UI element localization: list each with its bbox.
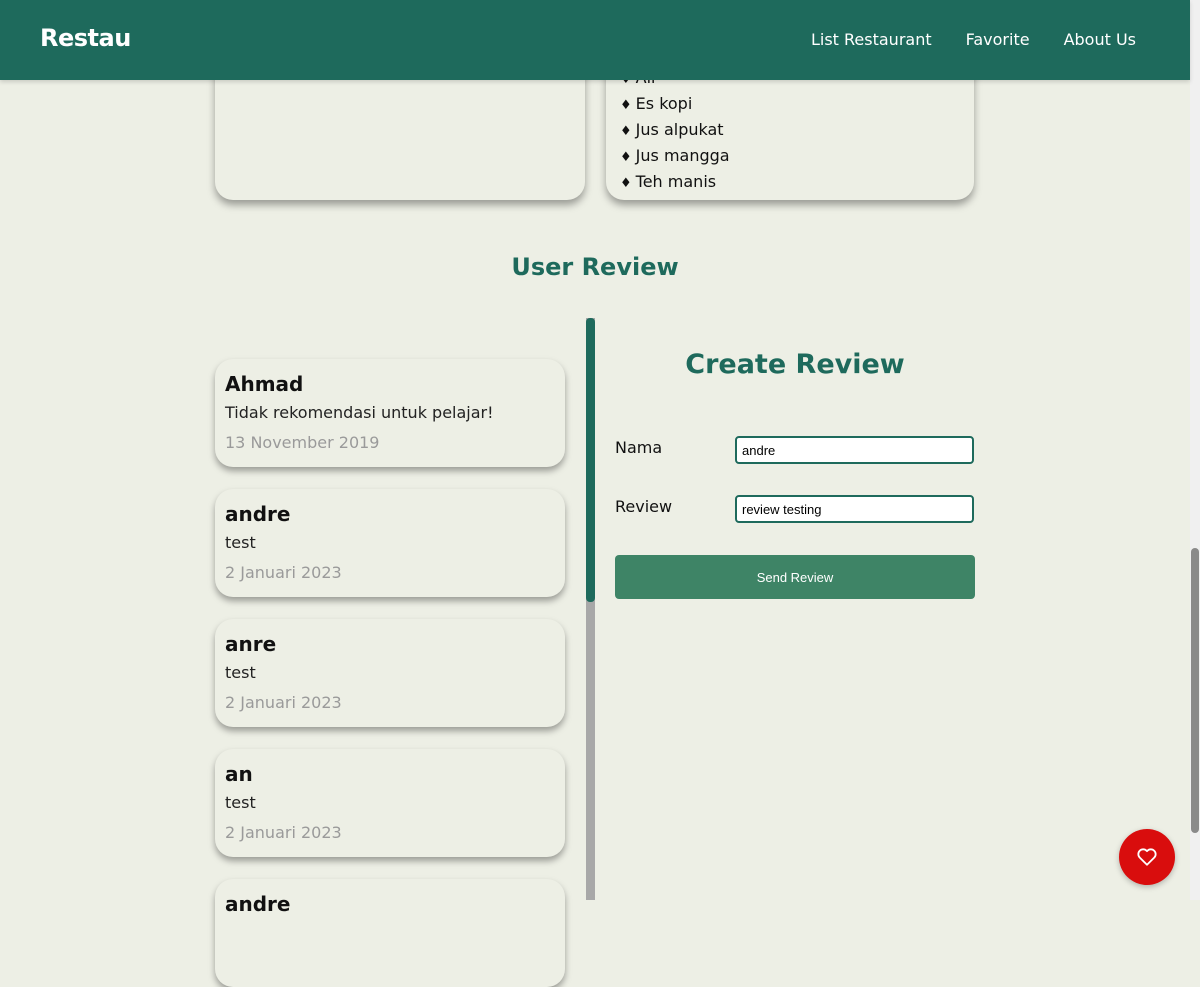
review-author: andre (225, 502, 291, 526)
review-text: test (225, 533, 256, 552)
review-input[interactable] (735, 495, 974, 523)
review-author: andre (225, 892, 291, 916)
page-scroll-thumb[interactable] (1191, 548, 1199, 833)
review-text: test (225, 793, 256, 812)
name-input[interactable] (735, 436, 974, 464)
create-review-title: Create Review (685, 349, 905, 380)
drink-item: ♦ Es kopi (620, 92, 730, 118)
review-card: andre (215, 879, 565, 987)
send-review-button[interactable]: Send Review (615, 555, 975, 599)
nav-links: List Restaurant Favorite About Us (811, 30, 1136, 49)
review-list-scroll-thumb[interactable] (586, 318, 595, 602)
review-card: Ahmad Tidak rekomendasi untuk pelajar! 1… (215, 359, 565, 467)
review-date: 2 Januari 2023 (225, 693, 342, 712)
drink-item: ♦ Jus alpukat (620, 118, 730, 144)
drink-name: Teh manis (635, 172, 717, 191)
drink-name: Es kopi (635, 94, 693, 113)
name-label: Nama (615, 438, 663, 457)
drink-item: ♦ Teh manis (620, 170, 730, 196)
diamond-bullet-icon: ♦ (620, 124, 632, 139)
review-card: andre test 2 Januari 2023 (215, 489, 565, 597)
drink-name: Jus mangga (635, 146, 730, 165)
review-date: 2 Januari 2023 (225, 823, 342, 842)
review-card: an test 2 Januari 2023 (215, 749, 565, 857)
diamond-bullet-icon: ♦ (620, 176, 632, 191)
nav-favorite[interactable]: Favorite (966, 30, 1030, 49)
review-author: anre (225, 632, 277, 656)
diamond-bullet-icon: ♦ (620, 98, 632, 113)
nav-about-us[interactable]: About Us (1064, 30, 1136, 49)
review-date: 13 November 2019 (225, 433, 380, 452)
drink-item: ♦ Jus mangga (620, 144, 730, 170)
review-label: Review (615, 497, 673, 516)
review-author: an (225, 762, 253, 786)
review-text: Tidak rekomendasi untuk pelajar! (225, 403, 494, 422)
review-date: 2 Januari 2023 (225, 563, 342, 582)
user-review-title: User Review (511, 253, 679, 281)
favorite-button[interactable] (1119, 829, 1175, 885)
diamond-bullet-icon: ♦ (620, 150, 632, 165)
review-text: test (225, 663, 256, 682)
navbar: Restau List Restaurant Favorite About Us (0, 0, 1190, 80)
review-author: Ahmad (225, 372, 304, 396)
brand-logo[interactable]: Restau (40, 24, 131, 52)
nav-list-restaurant[interactable]: List Restaurant (811, 30, 932, 49)
drink-name: Jus alpukat (635, 120, 724, 139)
review-card: anre test 2 Januari 2023 (215, 619, 565, 727)
heart-outline-icon (1137, 848, 1157, 866)
drink-list: ♦Air ♦Es kopi ♦Jus alpukat ♦Jus mangga ♦… (620, 66, 730, 196)
